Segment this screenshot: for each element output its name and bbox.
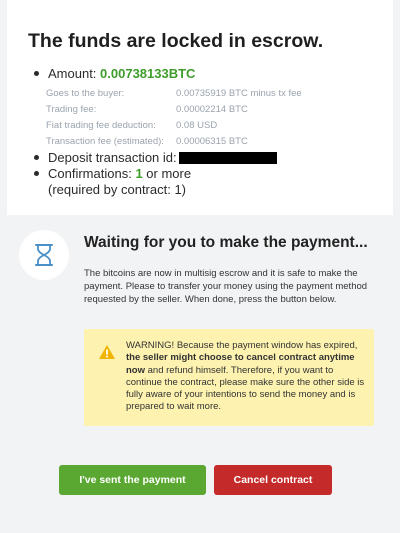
detail-value: 0.08 USD [176, 120, 218, 131]
confirmations-suffix: or more [146, 166, 192, 181]
detail-value: 0.00735919 BTC minus tx fee [176, 88, 302, 99]
required-confirmations: (required by contract: 1) [48, 182, 187, 197]
detail-label: Fiat trading fee deduction: [46, 120, 156, 131]
deposit-label: Deposit transaction id: [48, 150, 177, 165]
hourglass-badge [19, 230, 69, 280]
warning-box: WARNING! Because the payment window has … [84, 329, 374, 426]
amount-value: 0.00738133BTC [100, 66, 196, 81]
detail-value: 0.00002214 BTC [176, 104, 248, 115]
detail-row-tx-fee: Transaction fee (estimated): 0.00006315 … [46, 136, 248, 147]
bullet-dot [34, 155, 39, 161]
bullet-dot [34, 171, 39, 177]
hourglass-icon [35, 244, 53, 266]
warning-icon [99, 345, 115, 359]
warning-prefix: WARNING! Because the payment window has … [126, 340, 358, 351]
detail-row-buyer: Goes to the buyer: 0.00735919 BTC minus … [46, 88, 302, 99]
redacted-transaction-id [178, 151, 277, 164]
payment-section: Waiting for you to make the payment... T… [7, 215, 393, 533]
detail-label: Trading fee: [46, 104, 97, 115]
detail-label: Goes to the buyer: [46, 88, 125, 99]
waiting-instructions: The bitcoins are now in multisig escrow … [84, 268, 368, 305]
detail-label: Transaction fee (estimated): [46, 136, 164, 147]
detail-row-trading-fee: Trading fee: 0.00002214 BTC [46, 104, 248, 115]
confirmations-value: 1 [135, 166, 143, 181]
confirmations-line: Confirmations: 1 or more [34, 166, 191, 181]
cancel-contract-button[interactable]: Cancel contract [214, 465, 332, 495]
detail-value: 0.00006315 BTC [176, 136, 248, 147]
escrow-title: The funds are locked in escrow. [28, 30, 324, 52]
waiting-title: Waiting for you to make the payment... [84, 234, 368, 251]
warning-suffix: and refund himself. Therefore, if you wa… [126, 364, 365, 413]
detail-row-fiat-deduction: Fiat trading fee deduction: 0.08 USD [46, 120, 217, 131]
bullet-dot [34, 71, 39, 77]
amount-label: Amount: [48, 66, 97, 81]
amount-line: Amount: 0.00738133BTC [34, 66, 195, 81]
deposit-line: Deposit transaction id: [34, 150, 277, 165]
payment-sent-button[interactable]: I've sent the payment [59, 465, 206, 495]
warning-text: WARNING! Because the payment window has … [126, 340, 370, 414]
confirmations-label: Confirmations: [48, 166, 132, 181]
